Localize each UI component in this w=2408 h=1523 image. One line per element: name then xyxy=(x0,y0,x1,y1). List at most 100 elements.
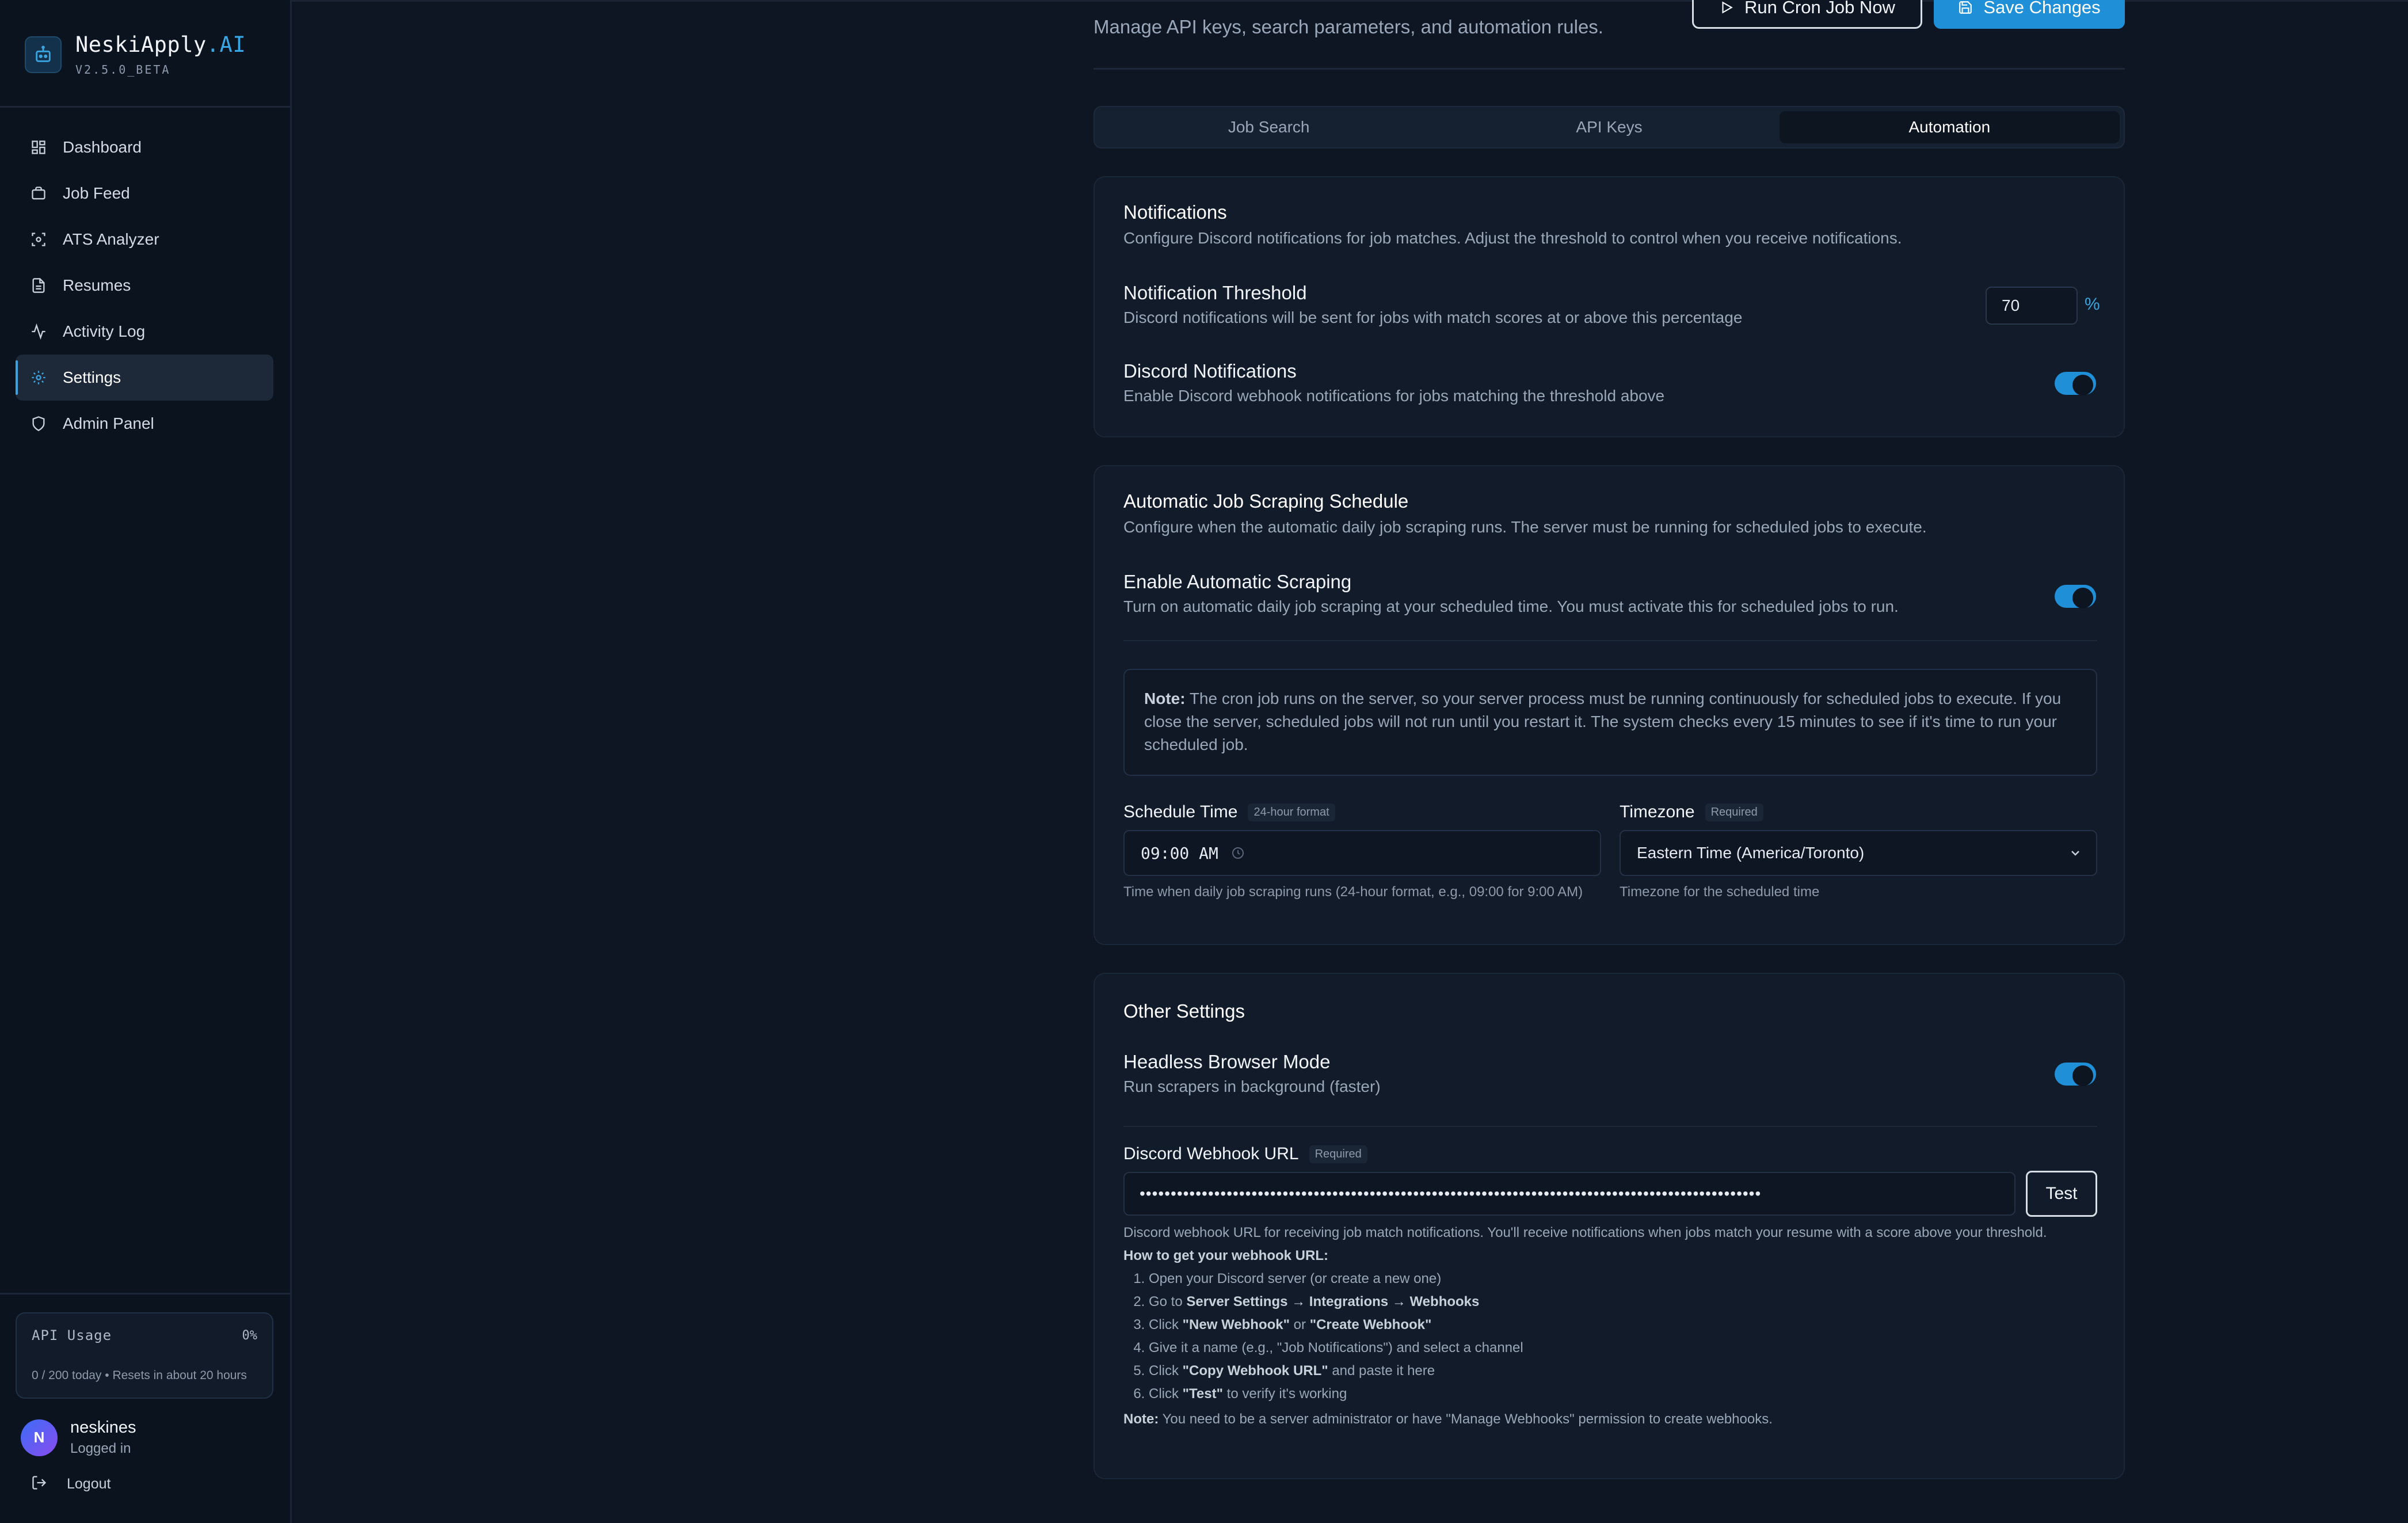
list-item: Give it a name (e.g., "Job Notifications… xyxy=(1149,1337,2097,1360)
webhook-label: Discord Webhook URL Required xyxy=(1123,1144,1367,1164)
webhook-required-badge: Required xyxy=(1309,1145,1367,1163)
api-usage-percent: 0% xyxy=(242,1328,258,1343)
briefcase-icon xyxy=(29,184,48,203)
robot-logo-icon xyxy=(25,36,62,73)
webhook-instructions: Discord webhook URL for receiving job ma… xyxy=(1123,1224,2097,1431)
tab-api-keys[interactable]: API Keys xyxy=(1439,111,1779,143)
enable-scraping-title: Enable Automatic Scraping xyxy=(1123,571,1352,592)
save-changes-button[interactable]: Save Changes xyxy=(1934,0,2125,29)
brand-version: V2.5.0_BETA xyxy=(75,63,171,77)
sidebar-divider xyxy=(0,106,292,108)
discord-notifications-toggle[interactable] xyxy=(2055,372,2096,395)
note-label: Note: xyxy=(1144,690,1186,707)
sidebar-item-ats-analyzer[interactable]: ATS Analyzer xyxy=(16,216,273,262)
headless-title: Headless Browser Mode xyxy=(1123,1051,1331,1072)
test-webhook-button[interactable]: Test xyxy=(2026,1171,2097,1217)
card-description: Configure Discord notifications for job … xyxy=(1123,229,1902,247)
gear-icon xyxy=(29,368,48,387)
sidebar-item-activity-log[interactable]: Activity Log xyxy=(16,309,273,355)
api-usage-meta: 0 / 200 today • Resets in about 20 hours xyxy=(32,1369,247,1382)
sidebar-item-dashboard[interactable]: Dashboard xyxy=(16,124,273,170)
sidebar-item-resumes[interactable]: Resumes xyxy=(16,262,273,309)
schedule-time-label: Schedule Time 24-hour format xyxy=(1123,802,1335,822)
api-usage-panel: API Usage 0% 0 / 200 today • Resets in a… xyxy=(16,1312,273,1399)
sidebar-item-settings[interactable]: Settings xyxy=(16,355,273,401)
save-icon xyxy=(1958,0,1973,15)
sidebar-item-admin-panel[interactable]: Admin Panel xyxy=(16,401,273,447)
tab-automation[interactable]: Automation xyxy=(1779,111,2120,143)
chevron-down-icon xyxy=(2068,846,2082,860)
brand[interactable]: NeskiApply.AI V2.5.0_BETA xyxy=(25,32,246,77)
list-item: Open your Discord server (or create a ne… xyxy=(1149,1267,2097,1290)
card-title: Automatic Job Scraping Schedule xyxy=(1123,490,1409,512)
list-item: Go to Server Settings → Integrations → W… xyxy=(1149,1290,2097,1313)
headless-toggle[interactable] xyxy=(2055,1063,2096,1086)
timezone-required-badge: Required xyxy=(1705,803,1763,821)
list-item: Click "Test" to verify it's working xyxy=(1149,1383,2097,1406)
discord-notifications-title: Discord Notifications xyxy=(1123,360,1297,382)
threshold-title: Notification Threshold xyxy=(1123,282,1307,303)
timezone-select[interactable]: Eastern Time (America/Toronto) xyxy=(1620,830,2097,876)
settings-tabs: Job Search API Keys Automation xyxy=(1093,106,2125,149)
sidebar-item-label: Activity Log xyxy=(63,322,146,340)
note-text: The cron job runs on the server, so your… xyxy=(1144,690,2062,753)
document-icon xyxy=(29,276,48,295)
clock-icon xyxy=(1231,846,1245,860)
threshold-input[interactable]: 70 xyxy=(1986,287,2078,325)
schedule-time-input[interactable]: 09:00 AM xyxy=(1123,830,1601,876)
sidebar-item-label: Settings xyxy=(63,368,121,386)
run-cron-label: Run Cron Job Now xyxy=(1744,0,1895,17)
tab-job-search[interactable]: Job Search xyxy=(1099,111,1439,143)
logout-button[interactable]: Logout xyxy=(31,1475,111,1493)
howto-title: How to get your webhook URL: xyxy=(1123,1248,1328,1263)
play-icon xyxy=(1719,0,1734,15)
sidebar-divider xyxy=(0,1293,292,1294)
timezone-label: Timezone Required xyxy=(1620,802,1763,822)
list-item: Click "Copy Webhook URL" and paste it he… xyxy=(1149,1360,2097,1383)
scan-icon xyxy=(29,230,48,249)
sidebar-item-label: Dashboard xyxy=(63,138,142,156)
sidebar-item-label: Job Feed xyxy=(63,184,130,202)
headless-description: Run scrapers in background (faster) xyxy=(1123,1077,1381,1095)
card-description: Configure when the automatic daily job s… xyxy=(1123,518,1927,536)
other-settings-card: Other Settings Headless Browser Mode Run… xyxy=(1093,973,2125,1479)
cron-note: Note: The cron job runs on the server, s… xyxy=(1123,669,2097,776)
api-usage-label: API Usage xyxy=(32,1327,112,1343)
logout-icon xyxy=(31,1475,49,1493)
shield-icon xyxy=(29,414,48,433)
enable-scraping-toggle[interactable] xyxy=(2055,585,2096,608)
grid-icon xyxy=(29,138,48,157)
sidebar-item-label: Resumes xyxy=(63,276,131,294)
avatar: N xyxy=(21,1419,58,1456)
app-window: NeskiApply.AI V2.5.0_BETA Dashboard Job … xyxy=(0,0,2408,1523)
discord-notifications-description: Enable Discord webhook notifications for… xyxy=(1123,387,1665,405)
threshold-description: Discord notifications will be sent for j… xyxy=(1123,309,1743,326)
webhook-url-input[interactable]: ••••••••••••••••••••••••••••••••••••••••… xyxy=(1123,1172,2015,1216)
card-title: Other Settings xyxy=(1123,1000,1245,1022)
user-status: Logged in xyxy=(70,1441,131,1456)
schedule-time-helper: Time when daily job scraping runs (24-ho… xyxy=(1123,884,1583,900)
threshold-unit: % xyxy=(2085,295,2100,314)
activity-icon xyxy=(29,322,48,341)
sidebar-item-label: ATS Analyzer xyxy=(63,230,159,248)
page-subtitle: Manage API keys, search parameters, and … xyxy=(1093,16,1603,37)
list-item: Click "New Webhook" or "Create Webhook" xyxy=(1149,1313,2097,1337)
sidebar-item-job-feed[interactable]: Job Feed xyxy=(16,170,273,216)
header-divider xyxy=(1093,68,2125,70)
timezone-helper: Timezone for the scheduled time xyxy=(1620,884,1820,900)
card-title: Notifications xyxy=(1123,201,1227,223)
user-name: neskines xyxy=(70,1418,136,1437)
howto-steps: Open your Discord server (or create a ne… xyxy=(1123,1267,2097,1406)
user-profile[interactable]: N neskines Logged in xyxy=(21,1418,136,1457)
sidebar: NeskiApply.AI V2.5.0_BETA Dashboard Job … xyxy=(0,0,292,1523)
howto-footnote: Note: You need to be a server administra… xyxy=(1123,1411,1773,1427)
brand-name: NeskiApply.AI xyxy=(75,32,246,57)
row-divider xyxy=(1123,1126,2097,1127)
webhook-helper: Discord webhook URL for receiving job ma… xyxy=(1123,1225,2047,1240)
save-changes-label: Save Changes xyxy=(1983,0,2101,17)
scraping-schedule-card: Automatic Job Scraping Schedule Configur… xyxy=(1093,465,2125,945)
sidebar-item-label: Admin Panel xyxy=(63,414,154,432)
sidebar-nav: Dashboard Job Feed ATS Analyzer Resumes xyxy=(16,124,273,447)
run-cron-button[interactable]: Run Cron Job Now xyxy=(1692,0,1922,29)
logout-label: Logout xyxy=(67,1475,111,1492)
